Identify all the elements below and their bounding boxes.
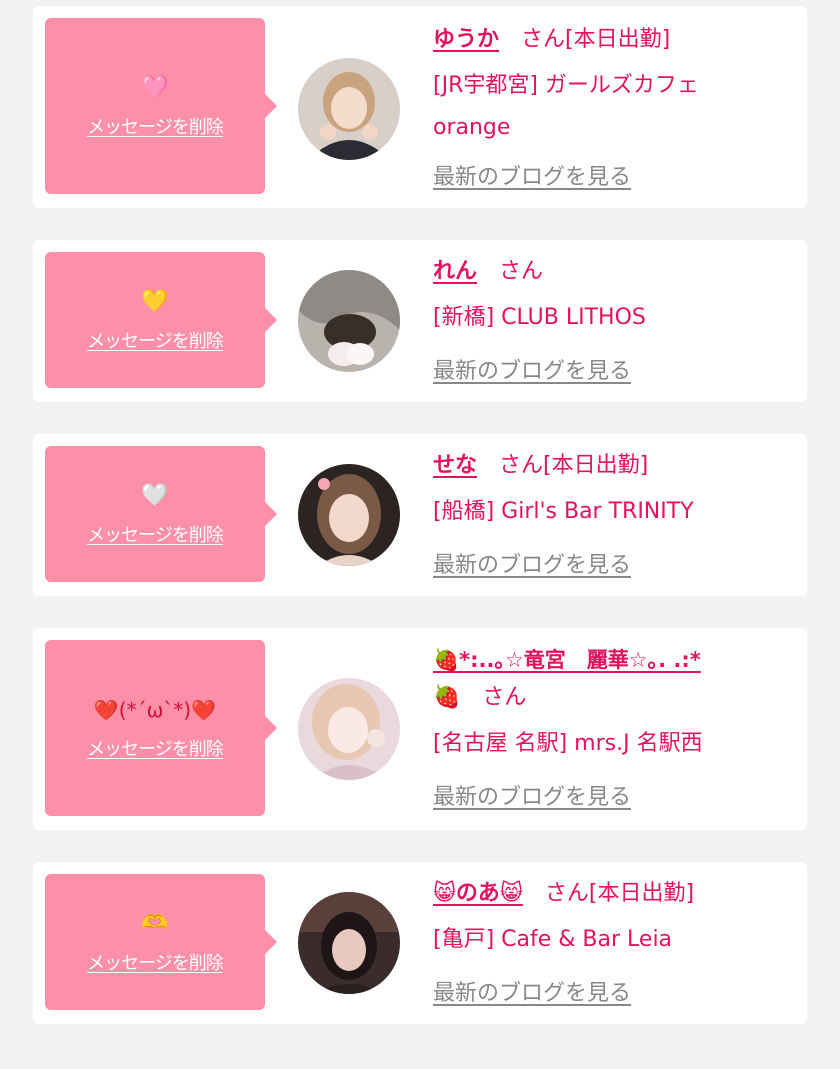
profile-info: ゆうか さん[本日出勤] [JR宇都宮] ガールズカフェ orange 最新のブロ…: [433, 20, 797, 204]
profile-name-link[interactable]: せな: [433, 453, 477, 478]
message-card: 🤍 メッセージを削除 せな さん[本日出勤] [船橋] Girl's Bar TR…: [33, 434, 807, 596]
shop-name: [亀戸] Cafe & Bar Leia: [433, 927, 673, 952]
message-bubble: 🤍 メッセージを削除: [45, 446, 277, 582]
girl-avatar-icon: [298, 678, 400, 780]
delete-message-link[interactable]: メッセージを削除: [87, 949, 224, 975]
delete-message-link[interactable]: メッセージを削除: [87, 327, 224, 353]
delete-message-link[interactable]: メッセージを削除: [87, 521, 224, 547]
latest-blog-link[interactable]: 最新のブログを見る: [433, 359, 631, 384]
girl-avatar-icon: [298, 892, 400, 994]
shop-name-continued: orange: [433, 115, 511, 140]
avatar[interactable]: [298, 678, 400, 780]
shop-name: [新橋] CLUB LITHOS: [433, 305, 646, 330]
profile-info: 🍓*:..｡☆竜宮 麗華☆｡. .:* 🍓 さん [名古屋 名駅] mrs.J 名…: [433, 640, 797, 824]
girl-avatar-icon: [298, 58, 400, 160]
message-bubble: ❤️(*´ω`*)❤️ メッセージを削除: [45, 640, 277, 816]
profile-name-link-continued[interactable]: 🍓: [433, 685, 460, 710]
message-bubble: 🫶 メッセージを削除: [45, 874, 277, 1010]
message-card: ❤️(*´ω`*)❤️ メッセージを削除 🍓*:..｡☆竜宮 麗華☆｡. .:*…: [33, 628, 807, 830]
latest-blog-link[interactable]: 最新のブログを見る: [433, 553, 631, 578]
message-bubble: 💛 メッセージを削除: [45, 252, 277, 388]
profile-info: せな さん[本日出勤] [船橋] Girl's Bar TRINITY 最新のブロ…: [433, 446, 797, 592]
name-suffix: さん: [499, 259, 544, 284]
profile-info: 😸のあ😸 さん[本日出勤] [亀戸] Cafe & Bar Leia 最新のブログ…: [433, 874, 797, 1020]
shop-name: [JR宇都宮] ガールズカフェ: [433, 73, 699, 98]
avatar[interactable]: [298, 892, 400, 994]
message-card: 💛 メッセージを削除 れん さん [新橋] CLUB LITHOS 最新のブログを…: [33, 240, 807, 402]
avatar[interactable]: [298, 58, 400, 160]
name-suffix: さん[本日出勤]: [544, 881, 695, 906]
profile-name-link[interactable]: 🍓*:..｡☆竜宮 麗華☆｡. .:*: [433, 648, 701, 672]
profile-name-link[interactable]: ゆうか: [433, 27, 499, 52]
name-suffix: さん[本日出勤]: [521, 27, 671, 52]
latest-blog-link[interactable]: 最新のブログを見る: [433, 785, 631, 810]
delete-message-link[interactable]: メッセージを削除: [87, 735, 224, 761]
message-emoji: 🤍: [141, 483, 169, 508]
girl-avatar-icon: [298, 464, 400, 566]
girl-avatar-icon: [298, 270, 400, 372]
message-bubble: 🩷 メッセージを削除: [45, 18, 277, 194]
avatar[interactable]: [298, 464, 400, 566]
name-suffix: さん: [482, 685, 527, 710]
profile-info: れん さん [新橋] CLUB LITHOS 最新のブログを見る: [433, 252, 797, 398]
shop-name: [船橋] Girl's Bar TRINITY: [433, 499, 694, 524]
avatar[interactable]: [298, 270, 400, 372]
profile-name-link[interactable]: 😸のあ😸: [433, 881, 523, 906]
message-card: 🫶 メッセージを削除 😸のあ😸 さん[本日出勤] [亀戸] Cafe & Bar …: [33, 862, 807, 1024]
message-emoji: 🫶: [141, 911, 169, 936]
name-suffix: さん[本日出勤]: [499, 453, 649, 478]
latest-blog-link[interactable]: 最新のブログを見る: [433, 165, 631, 190]
profile-name-link[interactable]: れん: [433, 259, 477, 284]
message-emoji: 💛: [141, 289, 169, 314]
message-emoji: ❤️(*´ω`*)❤️: [93, 698, 217, 722]
latest-blog-link[interactable]: 最新のブログを見る: [433, 981, 631, 1006]
message-emoji: 🩷: [141, 75, 169, 100]
shop-name: [名古屋 名駅] mrs.J 名駅西: [433, 731, 703, 756]
delete-message-link[interactable]: メッセージを削除: [87, 113, 224, 139]
message-card: 🩷 メッセージを削除 ゆうか さん[本日出勤] [JR宇都宮] ガールズカフェ o…: [33, 6, 807, 208]
